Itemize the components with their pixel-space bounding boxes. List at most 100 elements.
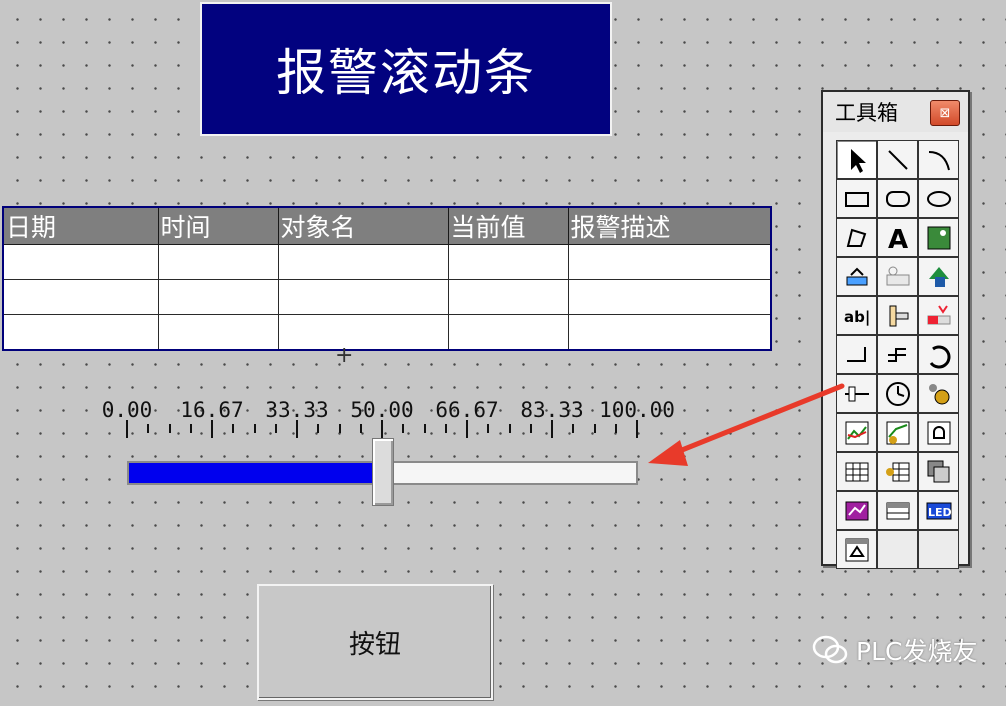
table-cell bbox=[157, 279, 279, 315]
slider-tick bbox=[274, 424, 277, 433]
toolbox-empty-cell bbox=[919, 531, 958, 568]
svg-text:LED: LED bbox=[928, 506, 952, 519]
column-header-object-name: 对象名 bbox=[277, 206, 449, 245]
slider-tick bbox=[296, 420, 298, 438]
alarm-bar-icon-glyph bbox=[927, 304, 950, 324]
dynamic-icon[interactable] bbox=[878, 258, 917, 295]
scale-label: 0.00 bbox=[101, 398, 153, 422]
data-table-icon-glyph bbox=[885, 462, 909, 481]
slider-handle[interactable] bbox=[371, 438, 394, 506]
slider-tick bbox=[211, 420, 213, 438]
rectangle-icon-glyph bbox=[844, 191, 869, 207]
alarm-bell-icon[interactable] bbox=[919, 414, 958, 451]
table-row[interactable] bbox=[2, 279, 772, 315]
slider-tick bbox=[317, 424, 320, 433]
scale-label: 66.67 bbox=[435, 398, 499, 422]
watermark: PLC发烧友 bbox=[812, 632, 977, 668]
table-cell bbox=[277, 279, 449, 315]
push-icon-glyph bbox=[928, 266, 949, 287]
table-cell bbox=[157, 314, 279, 351]
data-table-icon[interactable] bbox=[878, 453, 917, 490]
table-cell bbox=[567, 244, 772, 280]
svg-text:ab|: ab| bbox=[844, 308, 870, 327]
table-cell bbox=[2, 244, 159, 280]
rectangle-icon[interactable] bbox=[837, 180, 876, 217]
toolbox-window[interactable]: 工具箱 ⊠ Aab| LED bbox=[821, 90, 970, 569]
crosshair-icon: + bbox=[335, 343, 354, 368]
flow-icon[interactable] bbox=[837, 258, 876, 295]
alarm-table[interactable]: 日期 时间 对象名 当前值 报警描述 bbox=[2, 206, 772, 351]
watermark-text: PLC发烧友 bbox=[856, 637, 978, 666]
history-trend-icon-glyph bbox=[886, 421, 909, 444]
scale-label: 50.00 bbox=[350, 398, 414, 422]
text-icon-glyph: A bbox=[888, 225, 908, 252]
slider-icon[interactable] bbox=[837, 375, 876, 412]
polygon-icon-glyph bbox=[846, 228, 866, 247]
table-cell bbox=[447, 279, 569, 315]
polygon-icon[interactable] bbox=[837, 219, 876, 256]
table-cell bbox=[567, 279, 772, 315]
action-button[interactable]: 按钮 bbox=[257, 584, 493, 700]
slider-fill bbox=[129, 463, 383, 483]
slider-icon-glyph bbox=[844, 386, 869, 401]
line-icon[interactable] bbox=[878, 141, 917, 178]
polyline-icon[interactable] bbox=[837, 336, 876, 373]
slider-tick bbox=[168, 424, 171, 433]
table-row[interactable] bbox=[2, 244, 772, 280]
arc-dial-icon[interactable] bbox=[919, 336, 958, 373]
slider-tick bbox=[614, 424, 617, 433]
scale-label: 16.67 bbox=[180, 398, 244, 422]
alarm-bell-icon-glyph bbox=[927, 421, 950, 444]
table-cell bbox=[447, 244, 569, 280]
slider-tick bbox=[508, 424, 511, 433]
toolbox-titlebar[interactable]: 工具箱 ⊠ bbox=[823, 92, 968, 132]
push-icon[interactable] bbox=[919, 258, 958, 295]
table-cell bbox=[2, 314, 159, 351]
close-icon[interactable]: ⊠ bbox=[930, 100, 960, 126]
table-cell bbox=[2, 279, 159, 315]
rectangle-scale-icon[interactable] bbox=[878, 297, 917, 334]
polyline-icon-glyph bbox=[846, 346, 866, 362]
column-header-alarm-description: 报警描述 bbox=[567, 206, 772, 245]
pointer-icon[interactable] bbox=[837, 141, 876, 178]
column-header-date: 日期 bbox=[2, 206, 159, 245]
table-cell bbox=[447, 314, 569, 351]
rectangle-scale-icon-glyph bbox=[889, 305, 908, 326]
text-icon[interactable]: A bbox=[878, 219, 917, 256]
slider-tick bbox=[189, 424, 192, 433]
xy-curve-icon[interactable] bbox=[837, 492, 876, 529]
slider-tick bbox=[126, 420, 128, 438]
knob-icon[interactable] bbox=[919, 375, 958, 412]
alarm-display-icon[interactable] bbox=[837, 531, 876, 568]
trend-icon[interactable] bbox=[837, 414, 876, 451]
input-box-icon[interactable]: ab| bbox=[837, 297, 876, 334]
combo-icon[interactable] bbox=[919, 453, 958, 490]
alarm-bar-icon[interactable] bbox=[919, 297, 958, 334]
line-icon-glyph bbox=[887, 149, 908, 170]
table-cell bbox=[277, 314, 449, 351]
slider-tick bbox=[444, 424, 447, 433]
stepline-icon-glyph bbox=[887, 347, 906, 362]
pointer-icon-glyph bbox=[850, 148, 866, 173]
arc-icon[interactable] bbox=[919, 141, 958, 178]
bitmap-icon-glyph bbox=[927, 226, 950, 249]
slider-tick bbox=[359, 424, 362, 433]
bitmap-icon[interactable] bbox=[919, 219, 958, 256]
toolbox-grid: Aab| LED bbox=[836, 140, 959, 569]
slider-tick bbox=[338, 424, 341, 433]
scroll-table-icon[interactable] bbox=[878, 492, 917, 529]
table-icon[interactable] bbox=[837, 453, 876, 490]
rounded-rect-icon[interactable] bbox=[878, 180, 917, 217]
ellipse-icon[interactable] bbox=[919, 180, 958, 217]
led-icon[interactable]: LED bbox=[919, 492, 958, 529]
toolbox-title: 工具箱 bbox=[835, 101, 898, 125]
slider-tick bbox=[147, 424, 150, 433]
chat-bubble-icon bbox=[812, 635, 848, 664]
slider-tick bbox=[232, 424, 235, 433]
history-trend-icon[interactable] bbox=[878, 414, 917, 451]
clock-icon[interactable] bbox=[878, 375, 917, 412]
knob-icon-glyph bbox=[928, 383, 949, 404]
stepline-icon[interactable] bbox=[878, 336, 917, 373]
table-row[interactable] bbox=[2, 314, 772, 351]
toolbox-empty-cell bbox=[878, 531, 917, 568]
